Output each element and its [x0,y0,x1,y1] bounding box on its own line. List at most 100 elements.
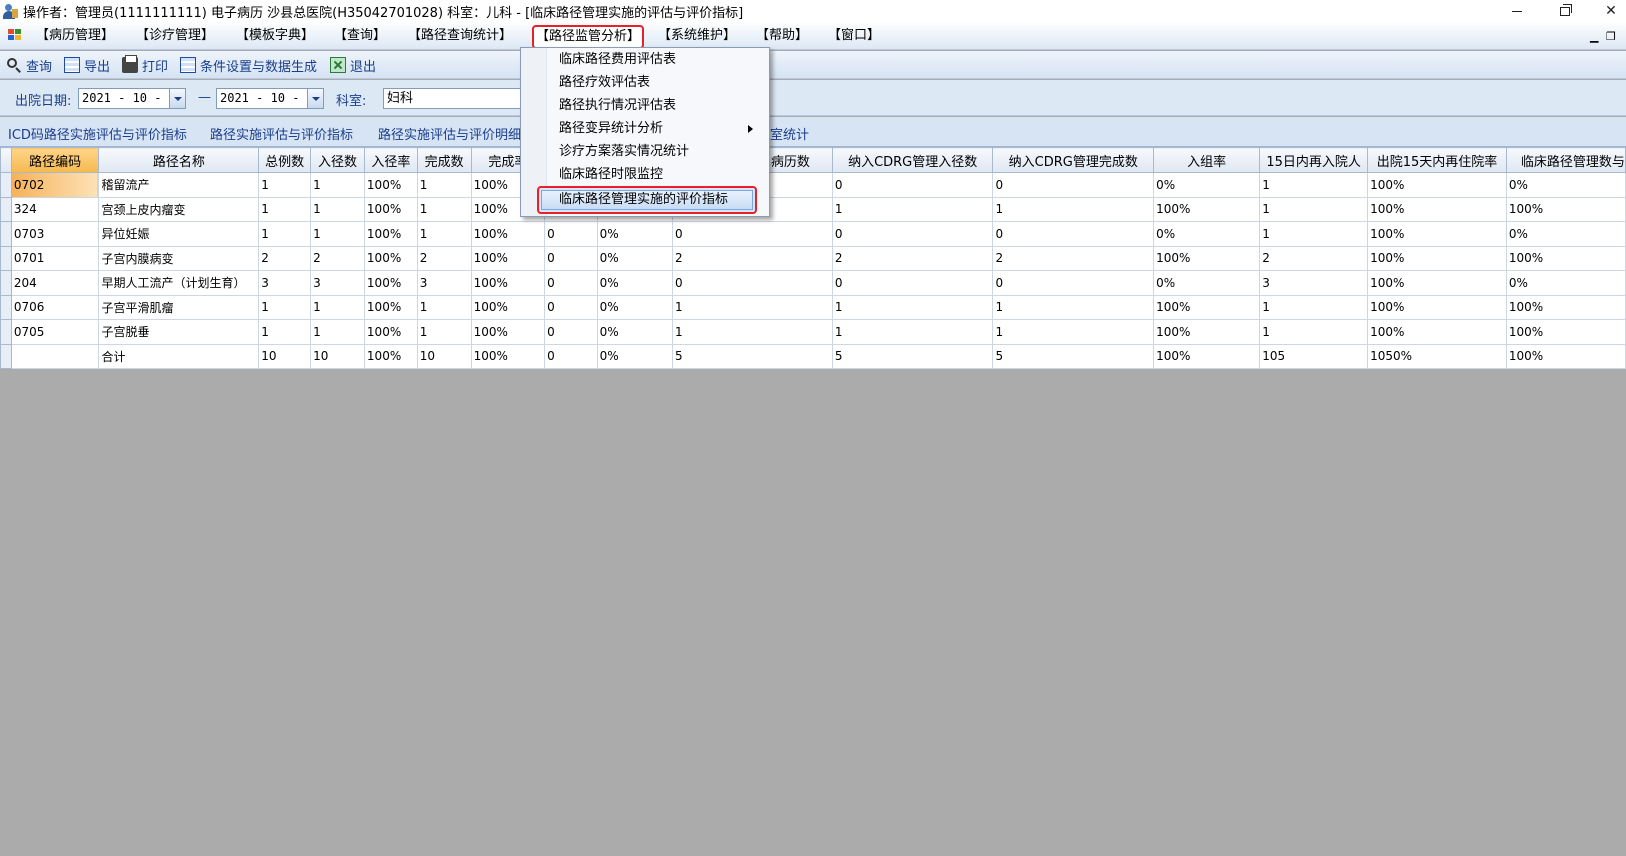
table-cell[interactable]: 1 [416,172,472,198]
table-cell[interactable]: 0 [831,270,994,296]
table-cell[interactable]: 100% [1367,196,1507,222]
row-header[interactable] [0,172,12,198]
menu-system-maintenance[interactable]: 【系统维护】 [658,27,736,45]
menu-item-variation-analysis[interactable]: 路径变异统计分析 [559,118,765,140]
table-cell[interactable]: 100% [470,245,546,271]
menu-path-supervision-analysis[interactable]: 【路径监管分析】 [532,25,645,49]
close-button[interactable]: ✕ [1588,0,1626,22]
table-cell[interactable]: 5 [671,343,833,369]
table-cell[interactable]: 0 [544,245,598,271]
menu-item-cost-evaluation[interactable]: 临床路径费用评估表 [559,49,676,71]
table-cell[interactable]: 3 [258,270,312,296]
minimize-button[interactable] [1494,0,1540,22]
menu-item-management-evaluation-index[interactable]: 临床路径管理实施的评价指标 [559,189,728,211]
table-cell[interactable]: 1 [416,294,472,320]
row-header[interactable] [0,343,12,369]
condition-settings-button[interactable]: 条件设置与数据生成 [180,56,317,75]
table-cell[interactable]: 1050% [1367,343,1507,369]
table-cell[interactable]: 合计 [98,343,260,369]
table-cell[interactable]: 1 [1259,221,1369,247]
print-button[interactable]: 打印 [122,55,168,75]
col-header[interactable]: 完成数 [416,147,472,173]
table-cell[interactable]: 2 [310,245,365,271]
col-header[interactable]: 纳入CDRG管理入径数 [831,147,994,173]
menu-query[interactable]: 【查询】 [334,27,386,45]
menu-item-efficacy-evaluation[interactable]: 路径疗效评估表 [559,72,650,94]
table-cell[interactable]: 0 [992,172,1155,198]
table-cell[interactable]: 100% [363,343,418,369]
table-cell[interactable]: 5 [992,343,1155,369]
table-cell[interactable]: 1 [310,172,365,198]
table-cell[interactable]: 1 [310,221,365,247]
table-cell[interactable]: 100% [1153,319,1261,345]
col-header[interactable]: 路径名称 [98,147,260,173]
table-cell[interactable]: 0% [1153,221,1261,247]
menu-treatment-management[interactable]: 【诊疗管理】 [136,27,214,45]
table-cell[interactable]: 100% [470,294,546,320]
col-header[interactable]: 入径数 [310,147,365,173]
table-cell[interactable]: 1 [310,196,365,222]
export-button[interactable]: 导出 [64,56,110,75]
table-cell[interactable]: 100% [1367,294,1507,320]
table-cell[interactable]: 100% [363,270,418,296]
col-header[interactable]: 临床路径管理数与 [1505,147,1626,173]
mdi-restore-icon[interactable]: ❐ [1606,30,1616,43]
menu-template-dictionary[interactable]: 【模板字典】 [236,27,314,45]
table-cell[interactable]: 0702 [10,172,100,198]
table-cell[interactable]: 2 [831,245,994,271]
table-row[interactable]: 合计 10 10 100% 10 100% 0 0% 5 5 5 100% 105 1050% 100% [0,343,1626,369]
menu-path-query-statistics[interactable]: 【路径查询统计】 [408,27,512,45]
table-cell[interactable]: 100% [470,270,546,296]
table-cell[interactable]: 204 [10,270,100,296]
row-header[interactable] [0,245,12,271]
table-cell[interactable]: 0 [544,343,598,369]
table-cell[interactable]: 1 [1259,319,1369,345]
table-cell[interactable]: 100% [1153,343,1261,369]
table-cell[interactable]: 1 [1259,294,1369,320]
table-cell[interactable]: 1 [992,319,1155,345]
menu-help[interactable]: 【帮助】 [756,27,808,45]
table-cell[interactable]: 0% [1505,172,1626,198]
table-cell[interactable]: 100% [1505,319,1626,345]
table-cell[interactable]: 1 [416,196,472,222]
table-cell[interactable]: 0% [596,270,673,296]
table-cell[interactable]: 宫颈上皮内瘤变 [98,196,260,222]
col-header[interactable]: 入径率 [363,147,418,173]
col-header[interactable]: 出院15天内再住院率 [1367,147,1507,173]
table-cell[interactable]: 子宫平滑肌瘤 [98,294,260,320]
table-cell[interactable]: 100% [470,319,546,345]
menu-window[interactable]: 【窗口】 [828,27,880,45]
row-header[interactable] [0,319,12,345]
date-to-picker[interactable]: 2021 - 10 - 03 [216,88,324,109]
table-cell[interactable]: 0% [1153,270,1261,296]
table-row[interactable]: 0706 子宫平滑肌瘤 1 1 100% 1 100% 0 0% 1 1 1 100% 1 100% 100% [0,294,1626,320]
table-row[interactable]: 324 宫颈上皮内瘤变 1 1 100% 1 100% 1 1 100% 1 100% 100% [0,196,1626,222]
table-cell[interactable]: 1 [831,319,994,345]
table-row[interactable]: 0702 稽留流产 1 1 100% 1 100% 0 0 0% 1 100% 0% [0,172,1626,198]
table-cell[interactable]: 2 [671,245,833,271]
table-cell[interactable]: 0 [671,221,833,247]
table-cell[interactable]: 100% [363,196,418,222]
mdi-minimize-icon[interactable]: ▁ [1590,30,1598,43]
table-cell[interactable]: 1 [416,319,472,345]
table-cell[interactable]: 0701 [10,245,100,271]
table-cell[interactable]: 0 [831,172,994,198]
table-cell[interactable]: 5 [831,343,994,369]
table-cell[interactable]: 0703 [10,221,100,247]
table-cell[interactable]: 0 [992,270,1155,296]
table-cell[interactable]: 1 [1259,172,1369,198]
table-cell[interactable]: 1 [992,294,1155,320]
table-cell[interactable]: 0% [1153,172,1261,198]
table-cell[interactable]: 10 [258,343,312,369]
table-cell[interactable]: 1 [1259,196,1369,222]
mdi-app-icon[interactable] [8,29,22,41]
table-cell[interactable]: 100% [470,343,546,369]
query-button[interactable]: 查询 [6,56,52,75]
tab-department-statistics[interactable]: 室统计 [770,124,809,143]
table-cell[interactable]: 1 [310,319,365,345]
tab-path-evaluation[interactable]: 路径实施评估与评价指标 [210,124,353,143]
table-cell[interactable]: 1 [416,221,472,247]
table-cell[interactable]: 1 [258,294,312,320]
table-cell[interactable]: 100% [363,294,418,320]
table-cell[interactable]: 2 [258,245,312,271]
